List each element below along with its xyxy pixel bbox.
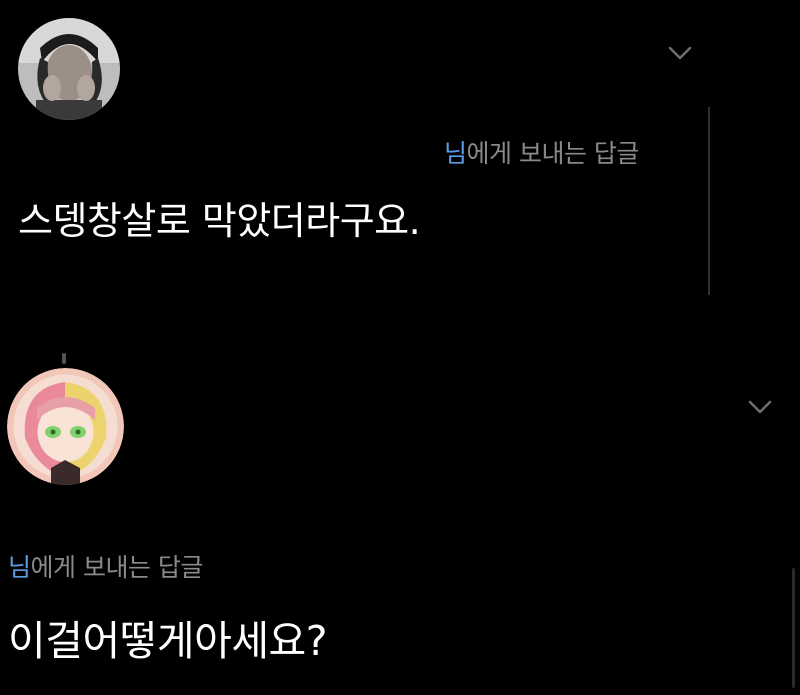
thread-connector — [62, 353, 66, 364]
thread-line — [708, 107, 710, 295]
reply-to-label: 님에게 보내는 답글 — [444, 134, 639, 170]
reply-to-user-link[interactable]: 님 — [444, 139, 467, 168]
scrollbar[interactable] — [792, 568, 795, 688]
comment-text: 이걸어떻게아세요? — [8, 617, 328, 665]
chevron-down-icon[interactable] — [746, 398, 774, 416]
avatar-photo-icon — [18, 18, 120, 120]
comment-text: 스뎅창살로 막았더라구요. — [18, 199, 421, 243]
reply-to-suffix: 에게 보내는 답글 — [466, 139, 640, 168]
reply-to-suffix: 에게 보내는 답글 — [30, 553, 204, 582]
user-avatar[interactable] — [7, 368, 124, 485]
chevron-down-icon[interactable] — [666, 44, 694, 62]
user-avatar[interactable] — [18, 18, 120, 120]
reply-to-label: 님에게 보내는 답글 — [8, 548, 203, 584]
reply-to-user-link[interactable]: 님 — [8, 553, 31, 582]
avatar-anime-icon — [7, 368, 124, 485]
